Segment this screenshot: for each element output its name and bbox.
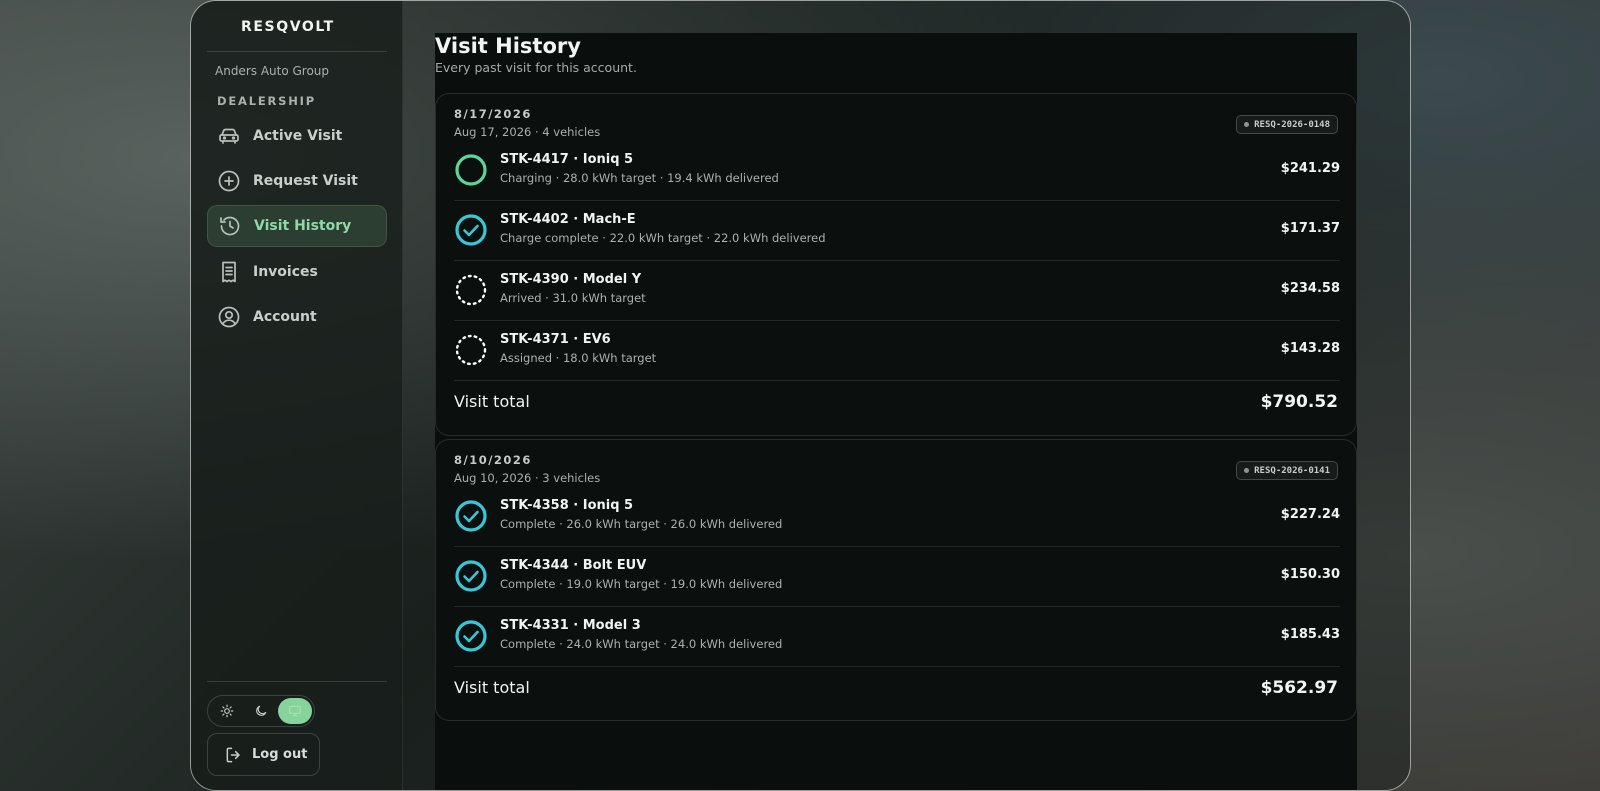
sidebar: RESQVOLT Anders Auto Group DEALERSHIP Ac… — [191, 1, 403, 790]
pending-status-icon — [455, 334, 487, 366]
vehicle-title: STK-4371 · EV6 — [500, 332, 611, 347]
logout-icon — [224, 745, 244, 765]
vehicle-price: $150.30 — [1280, 567, 1340, 582]
vehicle-row[interactable]: STK-4358 · Ioniq 5 Complete · 26.0 kWh t… — [454, 485, 1340, 546]
check-circle-icon — [455, 620, 487, 652]
visit-total-value: $790.52 — [1260, 392, 1338, 412]
check-circle-icon — [455, 560, 487, 592]
badge-dot — [1244, 468, 1250, 473]
visit-total-label: Visit total — [454, 678, 530, 697]
sun-icon[interactable] — [210, 698, 244, 724]
vehicle-detail: Charging · 28.0 kWh target · 19.4 kWh de… — [500, 171, 779, 185]
page-title: Visit History — [435, 34, 581, 58]
vehicle-title: STK-4390 · Model Y — [500, 272, 642, 287]
sidebar-item-label: Request Visit — [253, 173, 358, 189]
badge-label: RESQ-2026-0148 — [1254, 119, 1330, 130]
visit-date: 8/17/2026 — [454, 107, 532, 121]
vehicle-price: $227.24 — [1280, 507, 1340, 522]
vehicle-title: STK-4344 · Bolt EUV — [500, 558, 647, 573]
vehicle-title: STK-4358 · Ioniq 5 — [500, 498, 634, 513]
vehicle-row[interactable]: STK-4417 · Ioniq 5 Charging · 28.0 kWh t… — [454, 139, 1340, 200]
page-subtitle: Every past visit for this account. — [435, 60, 637, 75]
moon-icon[interactable] — [244, 698, 278, 724]
sidebar-divider — [207, 51, 387, 52]
visit-date: 8/10/2026 — [454, 453, 532, 467]
car-icon — [217, 124, 241, 148]
visit-meta: Aug 10, 2026 · 3 vehicles — [454, 471, 601, 485]
sidebar-item-request-visit[interactable]: Request Visit — [207, 160, 387, 202]
sidebar-item-label: Account — [253, 309, 317, 325]
sidebar-item-active-visit[interactable]: Active Visit — [207, 115, 387, 157]
vehicle-title: STK-4331 · Model 3 — [500, 618, 641, 633]
check-circle-icon — [455, 500, 487, 532]
sidebar-item-label: Invoices — [253, 264, 318, 280]
check-circle-icon — [455, 214, 487, 246]
visit-total-label: Visit total — [454, 392, 530, 411]
logout-label: Log out — [252, 747, 308, 762]
sidebar-item-visit-history[interactable]: Visit History — [207, 205, 387, 247]
visit-card[interactable]: 8/10/2026 Aug 10, 2026 · 3 vehicles RESQ… — [435, 439, 1357, 721]
visit-card[interactable]: 8/17/2026 Aug 17, 2026 · 4 vehicles RESQ… — [435, 93, 1357, 436]
vehicle-detail: Charge complete · 22.0 kWh target · 22.0… — [500, 231, 826, 245]
sidebar-divider — [207, 681, 387, 682]
vehicle-price: $185.43 — [1280, 627, 1340, 642]
logout-button[interactable]: Log out — [207, 733, 320, 776]
monitor-icon[interactable] — [278, 698, 312, 724]
user-circle-icon — [217, 305, 241, 329]
vehicle-price: $171.37 — [1280, 221, 1340, 236]
brand-logo: RESQVOLT — [241, 19, 335, 35]
row-divider — [454, 380, 1340, 381]
vehicle-row[interactable]: STK-4390 · Model Y Arrived · 31.0 kWh ta… — [454, 259, 1340, 320]
plus-circle-icon — [217, 169, 241, 193]
pending-status-icon — [455, 274, 487, 306]
sidebar-item-label: Visit History — [254, 218, 352, 234]
vehicle-price: $241.29 — [1280, 161, 1340, 176]
charging-status-icon — [455, 154, 487, 186]
app-window: RESQVOLT Anders Auto Group DEALERSHIP Ac… — [190, 0, 1411, 791]
vehicle-detail: Assigned · 18.0 kWh target — [500, 351, 657, 365]
vehicle-title: STK-4417 · Ioniq 5 — [500, 152, 634, 167]
theme-toggle — [207, 695, 315, 727]
row-divider — [454, 666, 1340, 667]
vehicle-detail: Arrived · 31.0 kWh target — [500, 291, 646, 305]
badge-label: RESQ-2026-0141 — [1254, 465, 1330, 476]
vehicle-detail: Complete · 19.0 kWh target · 19.0 kWh de… — [500, 577, 783, 591]
visit-id-badge: RESQ-2026-0141 — [1236, 461, 1338, 480]
vehicle-row[interactable]: STK-4371 · EV6 Assigned · 18.0 kWh targe… — [454, 319, 1340, 380]
main-content: Visit History Every past visit for this … — [435, 33, 1357, 790]
sidebar-item-label: Active Visit — [253, 128, 343, 144]
vehicle-detail: Complete · 26.0 kWh target · 26.0 kWh de… — [500, 517, 783, 531]
history-icon — [218, 214, 242, 238]
visit-total-value: $562.97 — [1260, 678, 1338, 698]
vehicle-title: STK-4402 · Mach-E — [500, 212, 636, 227]
badge-dot — [1244, 122, 1250, 127]
visit-meta: Aug 17, 2026 · 4 vehicles — [454, 125, 601, 139]
vehicle-row[interactable]: STK-4331 · Model 3 Complete · 24.0 kWh t… — [454, 605, 1340, 666]
vehicle-price: $143.28 — [1280, 341, 1340, 356]
vehicle-detail: Complete · 24.0 kWh target · 24.0 kWh de… — [500, 637, 783, 651]
org-name: Anders Auto Group — [215, 64, 330, 78]
section-label: DEALERSHIP — [217, 94, 316, 108]
vehicle-row[interactable]: STK-4402 · Mach-E Charge complete · 22.0… — [454, 199, 1340, 260]
visit-id-badge: RESQ-2026-0148 — [1236, 115, 1338, 134]
sidebar-item-invoices[interactable]: Invoices — [207, 251, 387, 293]
vehicle-row[interactable]: STK-4344 · Bolt EUV Complete · 19.0 kWh … — [454, 545, 1340, 606]
vehicle-price: $234.58 — [1280, 281, 1340, 296]
receipt-icon — [217, 260, 241, 284]
sidebar-item-account[interactable]: Account — [207, 296, 387, 338]
